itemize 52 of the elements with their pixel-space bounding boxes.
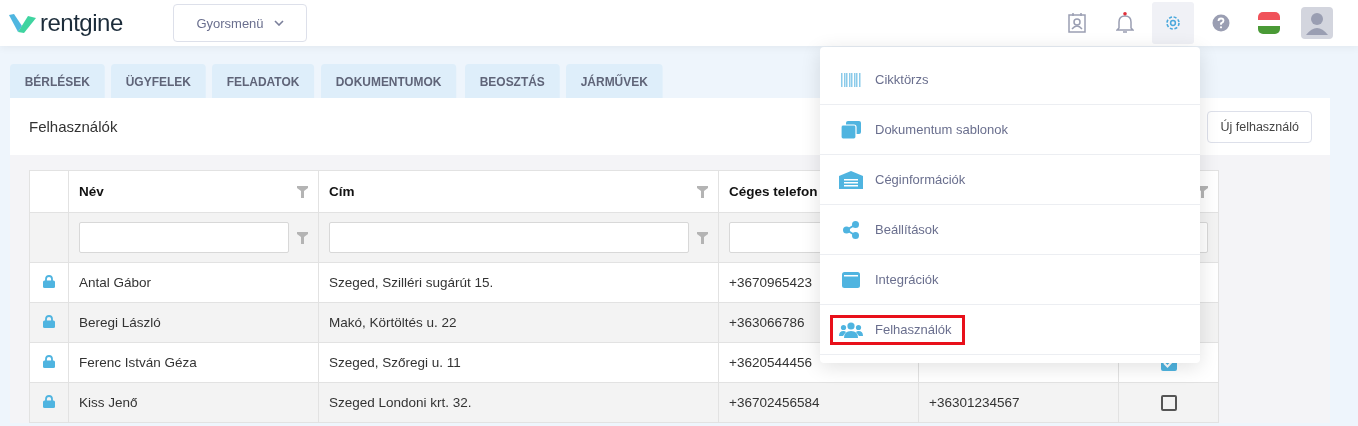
table-cell: Ferenc István Géza bbox=[79, 355, 197, 370]
table-cell: Szeged, Szőregi u. 11 bbox=[329, 355, 461, 370]
nav-tab[interactable]: JÁRMŰVEK bbox=[566, 64, 663, 98]
menu-item[interactable]: Integrációk bbox=[830, 264, 948, 295]
users-icon bbox=[839, 321, 863, 338]
menu-item[interactable]: Cikktörzs bbox=[830, 64, 938, 95]
table-cell: Kiss Jenő bbox=[79, 395, 138, 410]
building-icon bbox=[839, 170, 863, 189]
table-cell: +36702456584 bbox=[729, 395, 820, 410]
table-cell: Szeged, Szilléri sugárút 15. bbox=[329, 275, 494, 290]
menu-item[interactable]: Céginformációk bbox=[830, 164, 975, 195]
caret-icon bbox=[273, 20, 284, 26]
new-user-button[interactable]: Új felhasználó bbox=[1207, 110, 1312, 143]
table-cell: +3670965423 bbox=[729, 275, 812, 290]
settings-icon[interactable] bbox=[1164, 14, 1182, 32]
table-cell: +3620544456 bbox=[729, 355, 812, 370]
filter-icon[interactable] bbox=[697, 185, 708, 198]
nav-tab[interactable]: BÉRLÉSEK bbox=[10, 64, 105, 98]
logo-icon bbox=[8, 12, 38, 34]
logo-text: rentgine bbox=[40, 9, 123, 37]
barcode-icon bbox=[839, 72, 863, 87]
column-header: Cím bbox=[329, 184, 355, 199]
table-cell: Szeged Londoni krt. 32. bbox=[329, 395, 472, 410]
copies-icon bbox=[839, 120, 863, 139]
filter-input[interactable] bbox=[79, 222, 289, 253]
table-cell: +36301234567 bbox=[929, 395, 1020, 410]
help-icon[interactable] bbox=[1212, 14, 1230, 32]
column-header: Céges telefon bbox=[729, 184, 818, 199]
wallet-icon bbox=[839, 271, 863, 288]
filter-icon[interactable] bbox=[697, 231, 708, 244]
checkbox[interactable] bbox=[1160, 394, 1177, 411]
table-cell: Antal Gábor bbox=[79, 275, 152, 290]
bell-icon[interactable] bbox=[1116, 12, 1134, 34]
nav-tab[interactable]: ÜGYFELEK bbox=[110, 64, 206, 98]
table-cell: Beregi László bbox=[79, 315, 161, 330]
menu-item[interactable]: Dokumentum sablonok bbox=[830, 114, 1017, 145]
nav-tab[interactable]: FELADATOK bbox=[211, 64, 314, 98]
table-cell: +363066786 bbox=[729, 315, 805, 330]
filter-icon[interactable] bbox=[297, 231, 308, 244]
contact-card-icon[interactable] bbox=[1068, 13, 1086, 33]
page-title: Felhasználók bbox=[29, 118, 118, 135]
avatar-icon[interactable] bbox=[1301, 7, 1333, 39]
menu-item[interactable]: Felhasználók bbox=[830, 314, 965, 345]
nav-tab[interactable]: BEOSZTÁS bbox=[465, 64, 560, 98]
column-header: Név bbox=[79, 184, 104, 199]
menu-item[interactable]: Beállítások bbox=[830, 214, 948, 245]
quick-menu-dropdown[interactable]: Gyorsmenü bbox=[173, 4, 307, 42]
filter-input[interactable] bbox=[329, 222, 689, 253]
filter-icon[interactable] bbox=[297, 185, 308, 198]
nav-tab[interactable]: DOKUMENTUMOK bbox=[320, 64, 456, 98]
hungarian-flag-icon[interactable] bbox=[1258, 12, 1280, 34]
table-cell: Makó, Körtöltés u. 22 bbox=[329, 315, 457, 330]
